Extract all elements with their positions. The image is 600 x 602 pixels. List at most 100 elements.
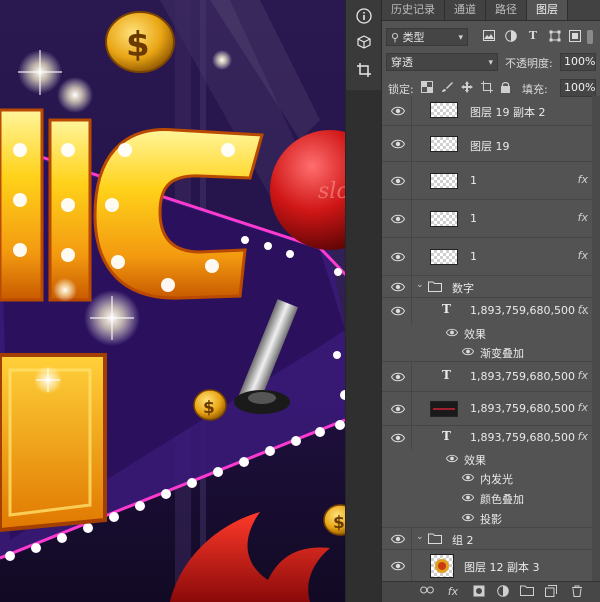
layer-row[interactable]: 1 fx — [382, 200, 592, 238]
blend-mode-value: 穿透 — [391, 56, 413, 69]
visibility-eye-icon[interactable] — [391, 372, 405, 382]
3d-cube-icon[interactable] — [352, 30, 376, 54]
lock-transparent-icon[interactable] — [420, 81, 434, 95]
chevron-down-icon: ▾ — [458, 33, 463, 43]
lock-all-icon[interactable] — [498, 81, 512, 95]
visibility-eye-icon[interactable] — [391, 139, 405, 149]
effect-item-row[interactable]: 内发光 — [382, 468, 592, 488]
layer-divider — [411, 126, 412, 161]
visibility-eye-icon[interactable] — [391, 106, 405, 116]
visibility-eye-icon[interactable] — [391, 534, 405, 544]
visibility-eye-icon[interactable] — [462, 513, 474, 522]
effect-item-row[interactable]: 颜色叠加 — [382, 488, 592, 508]
visibility-eye-icon[interactable] — [446, 454, 458, 463]
layers-scrollbar[interactable] — [592, 96, 600, 582]
lock-artboard-icon[interactable] — [480, 81, 494, 95]
effects-row[interactable]: 效果 — [382, 324, 592, 342]
layer-effects-fx-icon[interactable]: fx — [578, 401, 588, 414]
fill-label: 填充: — [522, 83, 548, 96]
visibility-eye-icon[interactable] — [446, 328, 458, 337]
layer-divider — [411, 298, 412, 324]
layer-name: 图层 19 副本 2 — [470, 106, 546, 119]
lock-row: 锁定: 填充: 100% — [382, 78, 600, 98]
effects-label: 效果 — [464, 454, 486, 467]
layer-row[interactable]: 1 fx — [382, 238, 592, 276]
opacity-input[interactable]: 100% — [560, 53, 596, 71]
layer-group-row[interactable]: ⌄ 组 2 — [382, 528, 592, 550]
layer-divider — [411, 96, 412, 125]
fill-input[interactable]: 100% — [560, 79, 596, 97]
layer-divider — [411, 392, 412, 425]
effects-row[interactable]: 效果 — [382, 450, 592, 468]
visibility-eye-icon[interactable] — [391, 176, 405, 186]
layer-effects-fx-icon[interactable]: fx — [578, 211, 588, 224]
layer-group-row[interactable]: ⌄ 数字 — [382, 276, 592, 298]
layer-thumbnail — [430, 554, 454, 578]
layer-row[interactable]: 图层 12 副本 3 — [382, 550, 592, 582]
effect-item-row[interactable]: 渐变叠加 — [382, 342, 592, 362]
info-icon[interactable] — [352, 4, 376, 28]
visibility-eye-icon[interactable] — [391, 252, 405, 262]
layer-row[interactable]: 1,893,759,680,500 fx — [382, 392, 592, 426]
fx-icon[interactable]: fx — [446, 585, 460, 599]
layer-row[interactable]: T 1,893,759,680,500 fx ⌃ — [382, 426, 598, 450]
visibility-eye-icon[interactable] — [391, 306, 405, 316]
svg-text:$: $ — [203, 398, 215, 418]
effect-item-row[interactable]: 投影 — [382, 508, 592, 528]
chevron-down-icon[interactable]: ⌄ — [416, 280, 424, 290]
visibility-eye-icon[interactable] — [391, 404, 405, 414]
document-canvas[interactable]: slot $ $ $ — [0, 0, 345, 602]
layer-effects-fx-icon[interactable]: fx — [578, 303, 588, 316]
visibility-eye-icon[interactable] — [391, 561, 405, 571]
new-layer-icon[interactable] — [544, 585, 558, 599]
trash-icon[interactable] — [570, 585, 584, 599]
image-filter-icon[interactable] — [482, 30, 496, 44]
layer-effects-fx-icon[interactable]: fx — [578, 369, 588, 382]
layer-effects-fx-icon[interactable]: fx — [578, 249, 588, 262]
layer-name: 图层 19 — [470, 140, 510, 153]
layer-row[interactable]: T 1,893,759,680,500 fx — [382, 362, 592, 392]
layer-effects-fx-icon[interactable]: fx — [578, 173, 588, 186]
tab-history[interactable]: 历史记录 — [382, 0, 445, 20]
visibility-eye-icon[interactable] — [391, 214, 405, 224]
panel-tabs: 历史记录 通道 路径 图层 — [382, 0, 600, 21]
text-filter-icon[interactable]: T — [526, 29, 540, 43]
adjustment-filter-icon[interactable] — [504, 30, 518, 44]
layer-row[interactable]: T 1,893,759,680,500 ... fx ⌃ — [382, 298, 598, 324]
lock-position-move-icon[interactable] — [460, 81, 474, 95]
layer-name: 组 2 — [452, 534, 474, 547]
panel-dock-gap — [345, 90, 382, 602]
visibility-eye-icon[interactable] — [462, 493, 474, 502]
layer-row[interactable]: 1 fx — [382, 162, 592, 200]
layer-row[interactable]: 图层 19 — [382, 126, 592, 162]
chevron-down-icon: ▾ — [488, 58, 493, 68]
filter-kind-select[interactable]: ⚲ 类型 ▾ — [386, 28, 468, 46]
mask-icon[interactable] — [472, 585, 486, 599]
filter-toggle-icon[interactable] — [586, 30, 594, 44]
text-layer-icon: T — [442, 429, 451, 443]
effect-name: 颜色叠加 — [480, 493, 524, 506]
text-layer-icon: T — [442, 302, 451, 316]
visibility-eye-icon[interactable] — [462, 473, 474, 482]
tab-channels[interactable]: 通道 — [445, 0, 486, 20]
layer-divider — [411, 162, 412, 199]
tab-paths[interactable]: 路径 — [486, 0, 527, 20]
layer-name: 1 — [470, 212, 477, 225]
link-icon[interactable] — [420, 585, 434, 599]
blend-mode-select[interactable]: 穿透 ▾ — [386, 53, 498, 71]
smart-object-filter-icon[interactable] — [568, 30, 582, 44]
layer-thumbnail — [430, 173, 458, 189]
visibility-eye-icon[interactable] — [391, 433, 405, 443]
lock-pixels-brush-icon[interactable] — [440, 81, 454, 95]
blend-row: 穿透 ▾ 不透明度: 100% — [382, 52, 600, 72]
visibility-eye-icon[interactable] — [391, 282, 405, 292]
folder-icon[interactable] — [520, 585, 534, 599]
layer-effects-fx-icon[interactable]: fx — [578, 430, 588, 443]
crop-icon[interactable] — [352, 58, 376, 82]
adjustment-icon[interactable] — [496, 585, 510, 599]
tab-layers[interactable]: 图层 — [527, 0, 568, 20]
layer-row[interactable]: 图层 19 副本 2 — [382, 96, 592, 126]
chevron-down-icon[interactable]: ⌄ — [416, 532, 424, 542]
visibility-eye-icon[interactable] — [462, 347, 474, 356]
shape-filter-icon[interactable] — [548, 30, 562, 44]
